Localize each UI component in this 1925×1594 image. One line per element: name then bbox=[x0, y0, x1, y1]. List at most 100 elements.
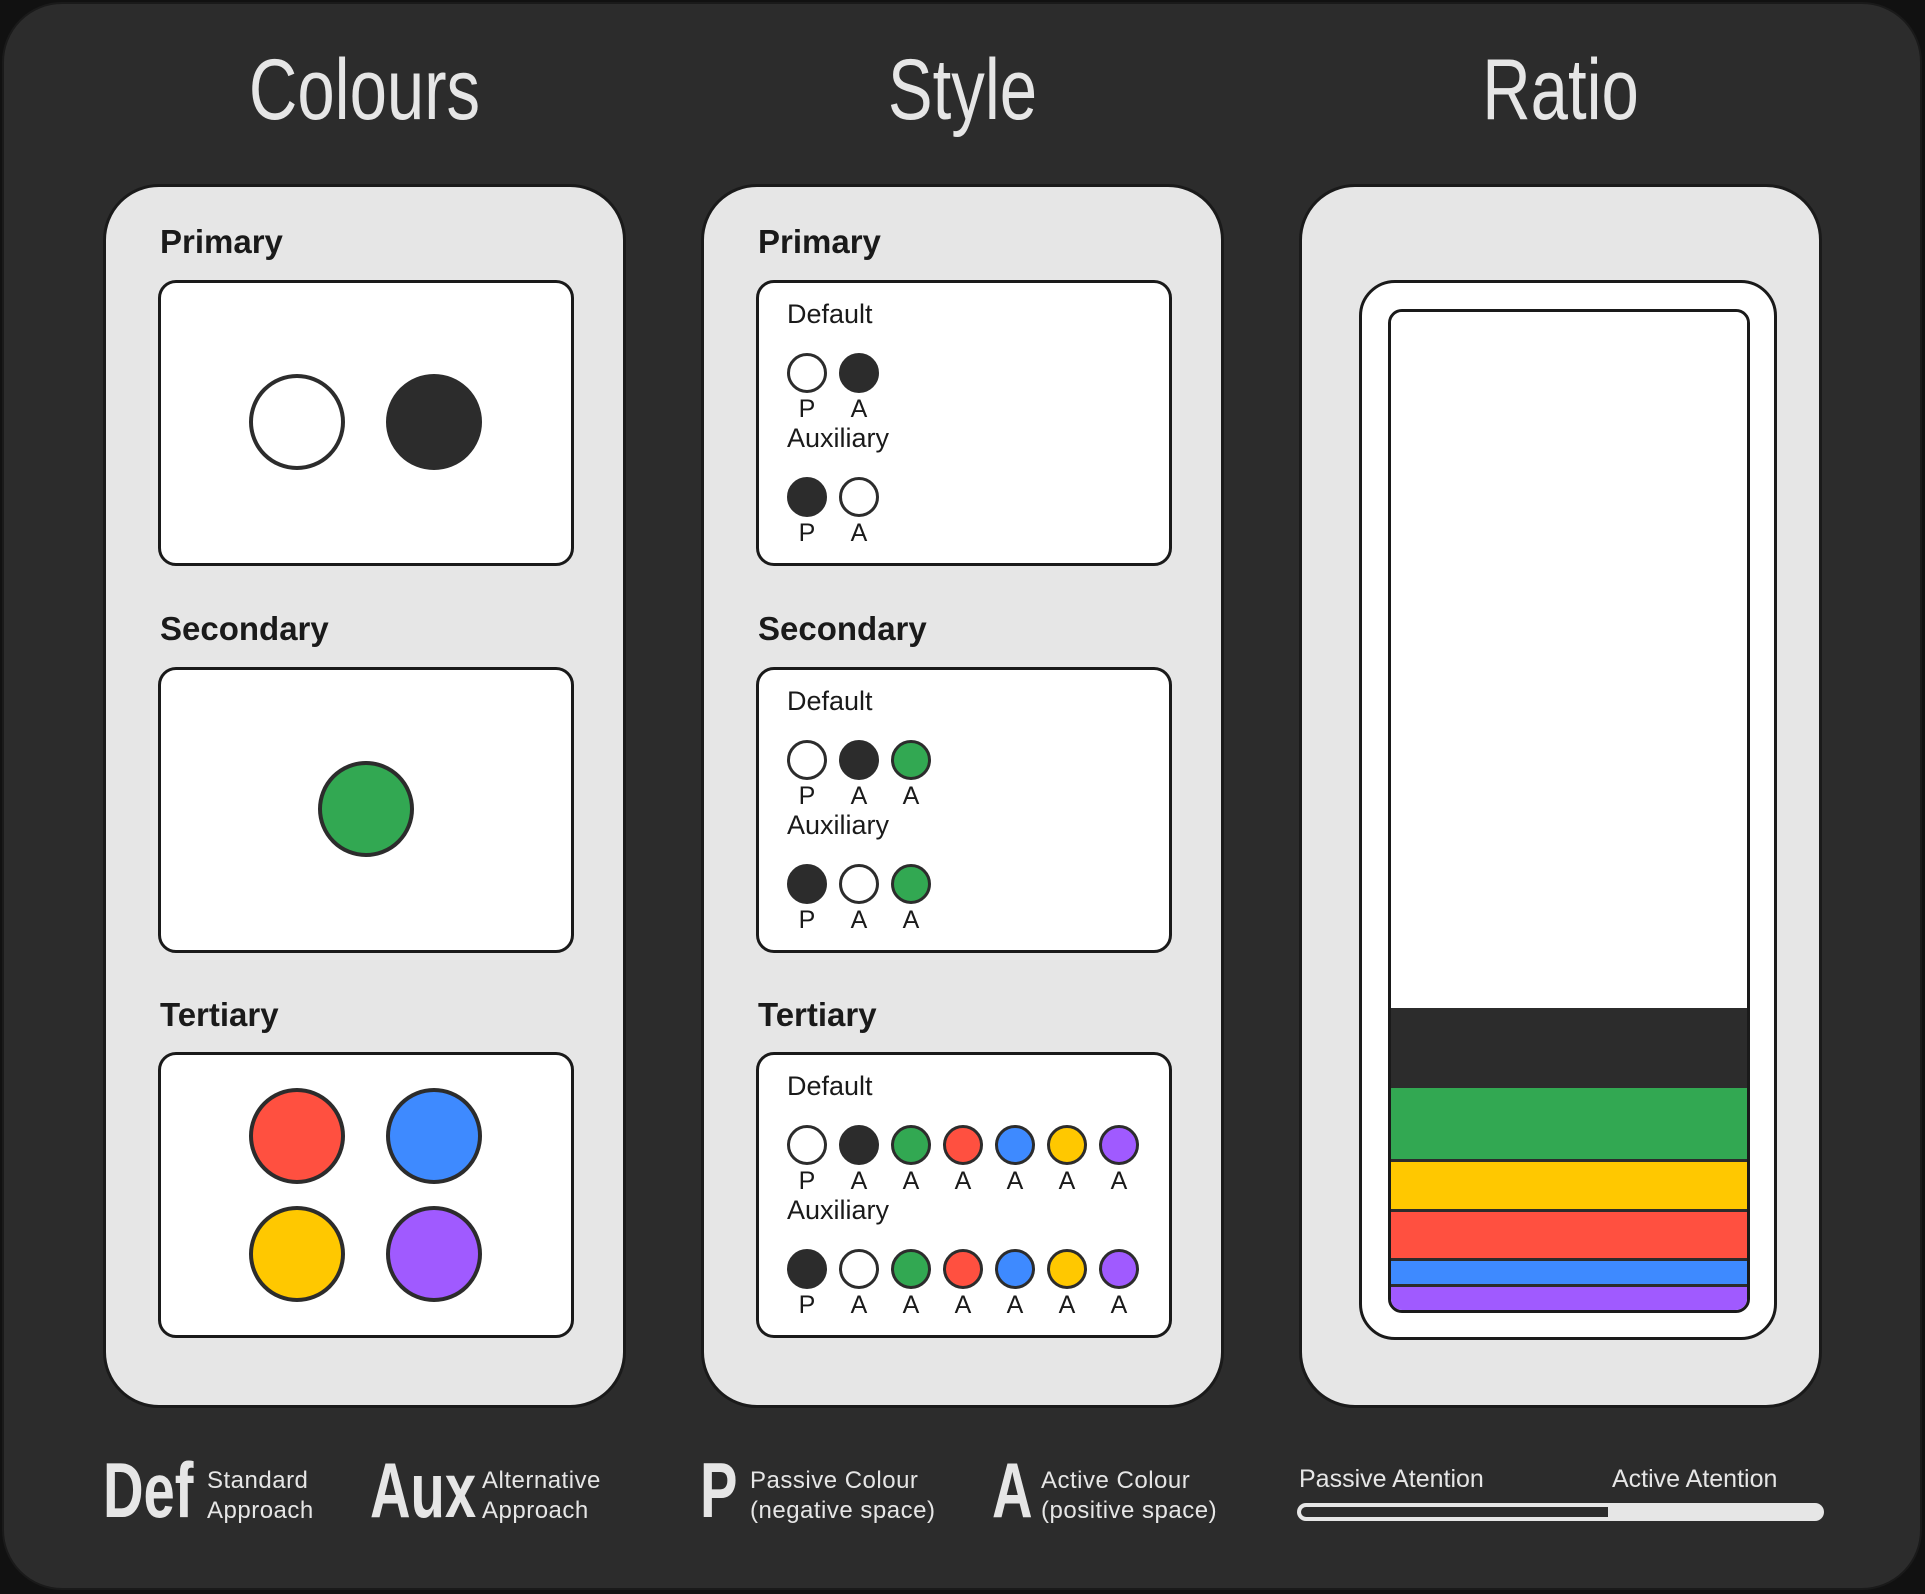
yellow-circle bbox=[1047, 1249, 1087, 1289]
swatch-role-letter: A bbox=[850, 1167, 868, 1195]
swatch-role-letter: P bbox=[798, 519, 816, 547]
swatch-purple: A bbox=[1099, 1249, 1139, 1319]
purple-circle bbox=[1099, 1125, 1139, 1165]
swatch-role-letter: A bbox=[1006, 1167, 1024, 1195]
white-circle bbox=[839, 477, 879, 517]
ratio-panel bbox=[1299, 184, 1822, 1408]
red-circle bbox=[943, 1249, 983, 1289]
ratio-band-white bbox=[1391, 312, 1747, 1008]
black-circle bbox=[839, 353, 879, 393]
swatch-yellow: A bbox=[1047, 1249, 1087, 1319]
auxiliary-swatch-row: PAAAAAA bbox=[787, 1249, 1139, 1319]
swatch-white: A bbox=[839, 477, 879, 547]
passive-attention-label: Passive Atention bbox=[1299, 1465, 1484, 1493]
legend-aux-line2: Approach bbox=[482, 1497, 589, 1524]
active-attention-label: Active Atention bbox=[1612, 1465, 1778, 1493]
black-circle bbox=[839, 1125, 879, 1165]
purple-circle bbox=[1099, 1249, 1139, 1289]
swatch-role-letter: A bbox=[850, 395, 868, 423]
row-label-auxiliary: Auxiliary bbox=[787, 423, 890, 453]
colours-secondary-box bbox=[158, 667, 574, 953]
ratio-outer-frame bbox=[1359, 280, 1777, 1340]
row-label-default: Default bbox=[787, 686, 873, 716]
swatch-purple: A bbox=[1099, 1125, 1139, 1195]
legend-a-abbr: A bbox=[992, 1446, 1033, 1534]
row-label-default: Default bbox=[787, 1071, 873, 1101]
white-circle bbox=[839, 1249, 879, 1289]
red-swatch-circle bbox=[249, 1088, 345, 1184]
blue-circle bbox=[995, 1125, 1035, 1165]
black-circle bbox=[787, 864, 827, 904]
swatch-role-letter: A bbox=[902, 782, 920, 810]
colours-tertiary-box bbox=[158, 1052, 574, 1338]
swatch-white: A bbox=[839, 864, 879, 934]
swatch-green: A bbox=[891, 864, 931, 934]
swatch-role-letter: A bbox=[902, 1291, 920, 1319]
column-title-style: Style bbox=[887, 42, 1038, 138]
swatch-role-letter: A bbox=[1110, 1167, 1128, 1195]
blue-circle bbox=[995, 1249, 1035, 1289]
swatch-white: A bbox=[839, 1249, 879, 1319]
ratio-band-black bbox=[1391, 1007, 1747, 1086]
swatch-red: A bbox=[943, 1249, 983, 1319]
row-label-default: Default bbox=[787, 299, 873, 329]
swatch-role-letter: A bbox=[902, 1167, 920, 1195]
section-label-tertiary: Tertiary bbox=[758, 996, 877, 1033]
swatch-blue: A bbox=[995, 1249, 1035, 1319]
swatch-role-letter: A bbox=[954, 1167, 972, 1195]
row-label-auxiliary: Auxiliary bbox=[787, 810, 890, 840]
legend-def-abbr: Def bbox=[103, 1446, 194, 1534]
black-circle bbox=[839, 740, 879, 780]
blue-swatch-circle bbox=[386, 1088, 482, 1184]
swatch-white: P bbox=[787, 1125, 827, 1195]
section-label-tertiary: Tertiary bbox=[160, 996, 279, 1033]
row-label-auxiliary: Auxiliary bbox=[787, 1195, 890, 1225]
swatch-role-letter: P bbox=[798, 906, 816, 934]
green-circle bbox=[891, 864, 931, 904]
white-circle bbox=[787, 353, 827, 393]
swatch-role-letter: A bbox=[850, 519, 868, 547]
legend-aux-abbr: Aux bbox=[370, 1446, 477, 1534]
white-circle bbox=[839, 864, 879, 904]
black-swatch-circle bbox=[386, 374, 482, 470]
legend-p-text: Passive Colour (negative space) bbox=[750, 1466, 935, 1526]
legend-p-line2: (negative space) bbox=[750, 1497, 936, 1524]
swatch-black: P bbox=[787, 477, 827, 547]
yellow-circle bbox=[1047, 1125, 1087, 1165]
green-circle bbox=[891, 1249, 931, 1289]
yellow-swatch-circle bbox=[249, 1206, 345, 1302]
default-swatch-row: PAA bbox=[787, 740, 931, 810]
ratio-band-purple bbox=[1391, 1284, 1747, 1310]
swatch-role-letter: A bbox=[1110, 1291, 1128, 1319]
legend-aux-text: Alternative Approach bbox=[482, 1466, 601, 1526]
auxiliary-swatch-row: PAA bbox=[787, 864, 931, 934]
swatch-role-letter: A bbox=[850, 1291, 868, 1319]
swatch-black: A bbox=[839, 353, 879, 423]
swatch-role-letter: P bbox=[798, 1167, 816, 1195]
swatch-role-letter: P bbox=[798, 395, 816, 423]
swatch-black: P bbox=[787, 1249, 827, 1319]
style-secondary-box: Default P A A Auxiliary P A A bbox=[756, 667, 1172, 953]
swatch-green: A bbox=[891, 1249, 931, 1319]
swatch-role-letter: P bbox=[798, 1291, 816, 1319]
legend-def-text: Standard Approach bbox=[207, 1466, 314, 1526]
swatch-blue: A bbox=[995, 1125, 1035, 1195]
attention-scale-bar bbox=[1297, 1503, 1824, 1521]
colours-panel: Primary Secondary Tertiary bbox=[103, 184, 626, 1408]
section-label-primary: Primary bbox=[758, 223, 881, 260]
swatch-role-letter: A bbox=[1058, 1291, 1076, 1319]
swatch-green: A bbox=[891, 1125, 931, 1195]
white-circle bbox=[787, 1125, 827, 1165]
legend-def-line1: Standard bbox=[207, 1467, 309, 1494]
legend-a-line2: (positive space) bbox=[1041, 1497, 1218, 1524]
ratio-stack bbox=[1388, 309, 1750, 1313]
swatch-red: A bbox=[943, 1125, 983, 1195]
style-panel: Primary Default P A Auxiliary P A Secondary D… bbox=[701, 184, 1224, 1408]
swatch-role-letter: A bbox=[1058, 1167, 1076, 1195]
swatch-role-letter: A bbox=[850, 906, 868, 934]
swatch-role-letter: A bbox=[954, 1291, 972, 1319]
legend-p-abbr: P bbox=[700, 1446, 738, 1534]
style-tertiary-box: Default P A A A A A A Auxiliary P A A A A A A bbox=[756, 1052, 1172, 1338]
black-circle bbox=[787, 477, 827, 517]
swatch-role-letter: A bbox=[902, 906, 920, 934]
